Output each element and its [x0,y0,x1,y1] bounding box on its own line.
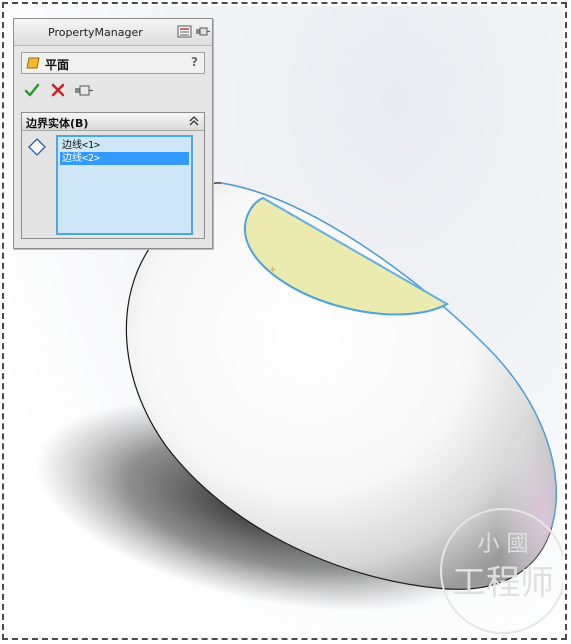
pushpin-icon[interactable] [195,25,210,38]
ok-button[interactable] [24,82,40,98]
property-manager-panel: PropertyManager 平面 ? 边界实体(B) 边线<1> 边线<2> [13,18,213,249]
cancel-button[interactable] [50,82,66,98]
feature-header: 平面 ? [21,52,205,74]
selection-list[interactable]: 边线<1> 边线<2> [56,135,193,235]
keep-visible-button[interactable] [74,83,94,97]
list-item-selected[interactable]: 边线<2> [60,152,189,165]
group-title: 边界实体(B) [26,117,89,130]
watermark-top: 小 國 [478,532,529,557]
origin-marker: + [269,265,277,275]
property-manager-titlebar: PropertyManager [14,19,212,46]
watermark-logo: 小 國 工程师 [440,508,563,634]
selection-diamond-icon [28,138,46,156]
property-manager-title: PropertyManager [48,26,143,39]
boundary-entities-group: 边界实体(B) 边线<1> 边线<2> [21,112,205,239]
show-preview-icon[interactable] [177,25,192,38]
group-header[interactable]: 边界实体(B) [22,113,204,131]
list-item[interactable]: 边线<1> [60,139,189,152]
help-icon[interactable]: ? [191,55,198,69]
feature-name: 平面 [45,58,70,72]
collapse-icon[interactable] [189,116,199,126]
watermark-bottom: 工程师 [452,563,554,603]
plane-icon [26,57,40,69]
